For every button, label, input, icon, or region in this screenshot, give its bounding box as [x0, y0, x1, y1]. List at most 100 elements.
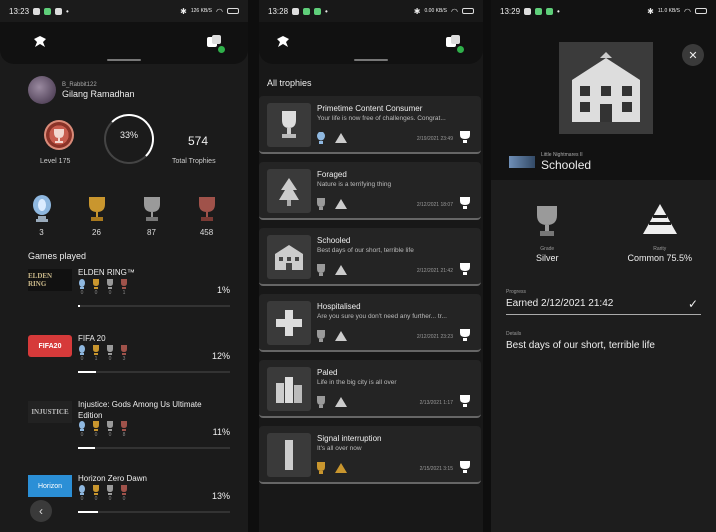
trophy-card[interactable]: Paled Life in the big city is all over 2…: [259, 360, 481, 418]
trophy-card[interactable]: Foraged Nature is a terrifying thing 2/1…: [259, 162, 481, 220]
more-dot-icon: •: [66, 6, 69, 16]
earned-trophy-icon: [460, 329, 470, 341]
top-bar: [0, 22, 248, 64]
trophy-desc: Nature is a terrifying thing: [317, 181, 392, 188]
gold-trophy-icon: [93, 421, 99, 431]
notification-icon: [303, 7, 311, 15]
trophy-counts: 3 26 87 458: [0, 194, 248, 237]
earned-trophy-icon: [460, 395, 470, 407]
platinum-count: 0: [80, 356, 84, 362]
trophy-meta: [317, 132, 347, 144]
platinum-trophy-icon: [79, 485, 85, 495]
battery-icon: [462, 8, 474, 14]
profile-screen: 13:23 • ✱ 126 KB/S ◠ B_Rabbit122 Gilang Ram…: [0, 0, 248, 532]
trophy-list: Primetime Content Consumer Your life is …: [259, 96, 483, 484]
game-name: Horizon Zero Dawn: [78, 474, 147, 483]
trophy-icon: [54, 129, 64, 143]
rarity-label: Rarity: [653, 246, 667, 252]
trophy-date: 2/12/2021 21:42: [416, 268, 453, 274]
back-button[interactable]: ‹: [30, 500, 52, 522]
avatar[interactable]: [28, 76, 56, 104]
trophy-date: 2/19/2021 23:49: [416, 136, 453, 142]
panel-gap: [483, 0, 491, 532]
trophy-name: Primetime Content Consumer: [317, 104, 423, 113]
trophy-name: Hospitalised: [317, 302, 361, 311]
mini-trophy-counts: 0 0 0 1: [78, 279, 128, 296]
bronze-count: 0: [122, 496, 126, 502]
all-trophies-screen: 13:28 • ✱ 0.00 KB/S ◠ All trophies Primetim…: [259, 0, 483, 532]
stats-section: Level 175 33% 574 Total Trophies: [0, 110, 248, 190]
trophy-meta: [317, 198, 347, 210]
bronze-trophy-icon: [121, 421, 127, 431]
online-badge: [455, 44, 466, 55]
bronze-count[interactable]: 458: [187, 194, 227, 237]
game-tag[interactable]: Little Nightmares II Schooled: [509, 152, 591, 172]
progress-percent: 33%: [119, 130, 138, 140]
bronze-count-value: 458: [199, 228, 214, 237]
menu-button[interactable]: [273, 32, 293, 52]
platinum-count: 0: [80, 496, 84, 502]
drag-handle[interactable]: [107, 59, 141, 61]
gold-count[interactable]: 26: [77, 194, 117, 237]
notification-icon: [535, 7, 543, 15]
game-thumbnail: INJUSTICE: [28, 401, 72, 423]
notification-icon: [33, 7, 41, 15]
grade-label: Grade: [540, 246, 555, 252]
platinum-count: 0: [80, 432, 84, 438]
total-trophies-value: 574: [188, 134, 209, 148]
platinum-count[interactable]: 3: [22, 194, 62, 237]
progress-value: Earned 2/12/2021 21:42: [506, 298, 614, 309]
trophy-meta: [317, 462, 347, 474]
battery-icon: [227, 8, 239, 14]
grade-column: Grade Silver: [502, 204, 592, 263]
game-row[interactable]: FIFA20 FIFA 20 0 1 0 3 12%: [0, 331, 248, 393]
drag-handle[interactable]: [354, 59, 388, 61]
notification-icon: [55, 7, 63, 15]
wifi-icon: ◠: [451, 6, 458, 16]
trophy-card[interactable]: Hospitalised Are you sure you don't need…: [259, 294, 481, 352]
notification-icon: [546, 7, 554, 15]
bronze-trophy-icon: [198, 197, 215, 221]
bluetooth-icon: ✱: [180, 6, 187, 16]
earned-trophy-icon: [460, 461, 470, 473]
trophy-date: 2/13/2021 1:17: [419, 400, 453, 406]
rarity-icon: [642, 204, 677, 234]
trophy-card[interactable]: Primetime Content Consumer Your life is …: [259, 96, 481, 154]
trophy-card[interactable]: Schooled Best days of our short, terribl…: [259, 228, 481, 286]
trophy-card[interactable]: Signal interruption It's all over now 2/…: [259, 426, 481, 484]
profile-id: B_Rabbit122: [62, 81, 97, 88]
trophy-desc: Best days of our short, terrible life: [317, 247, 414, 254]
trophy-art-icon: [282, 111, 296, 138]
game-progress-bar: [78, 447, 230, 449]
silver-count[interactable]: 87: [132, 194, 172, 237]
menu-button[interactable]: [30, 32, 50, 52]
silver-trophy-icon: [107, 421, 113, 431]
platinum-trophy-icon: [79, 421, 85, 431]
divider: [506, 314, 701, 315]
battery-icon: [695, 8, 707, 14]
profile-header[interactable]: B_Rabbit122 Gilang Ramadhan: [0, 64, 248, 104]
game-row[interactable]: INJUSTICE Injustice: Gods Among Us Ultim…: [0, 397, 248, 459]
silver-count: 0: [108, 290, 112, 296]
game-progress-bar: [78, 305, 230, 307]
games-button[interactable]: [443, 32, 466, 55]
gold-count: 0: [94, 496, 98, 502]
details-value: Best days of our short, terrible life: [506, 340, 655, 351]
trophy-name: Signal interruption: [317, 434, 382, 443]
earned-trophy-icon: [460, 131, 470, 143]
close-button[interactable]: ✕: [682, 44, 704, 66]
trophy-image: [267, 433, 311, 477]
progress-label: Progress: [506, 289, 527, 295]
silver-trophy-icon: [537, 206, 558, 236]
game-row[interactable]: ELDEN RING ELDEN RING™ 0 0 0 1 1%: [0, 265, 248, 327]
game-thumbnail: ELDEN RING: [28, 269, 72, 291]
trophy-image: [267, 235, 311, 279]
network-speed: 0.00 KB/S: [424, 8, 448, 14]
rarity-icon: [335, 133, 347, 143]
games-button[interactable]: [204, 32, 227, 55]
silver-count: 0: [108, 356, 112, 362]
silver-trophy-icon: [107, 485, 113, 495]
platinum-trophy-icon: [79, 345, 85, 355]
status-time: 13:28: [268, 6, 289, 16]
panel-gap: [248, 0, 259, 532]
